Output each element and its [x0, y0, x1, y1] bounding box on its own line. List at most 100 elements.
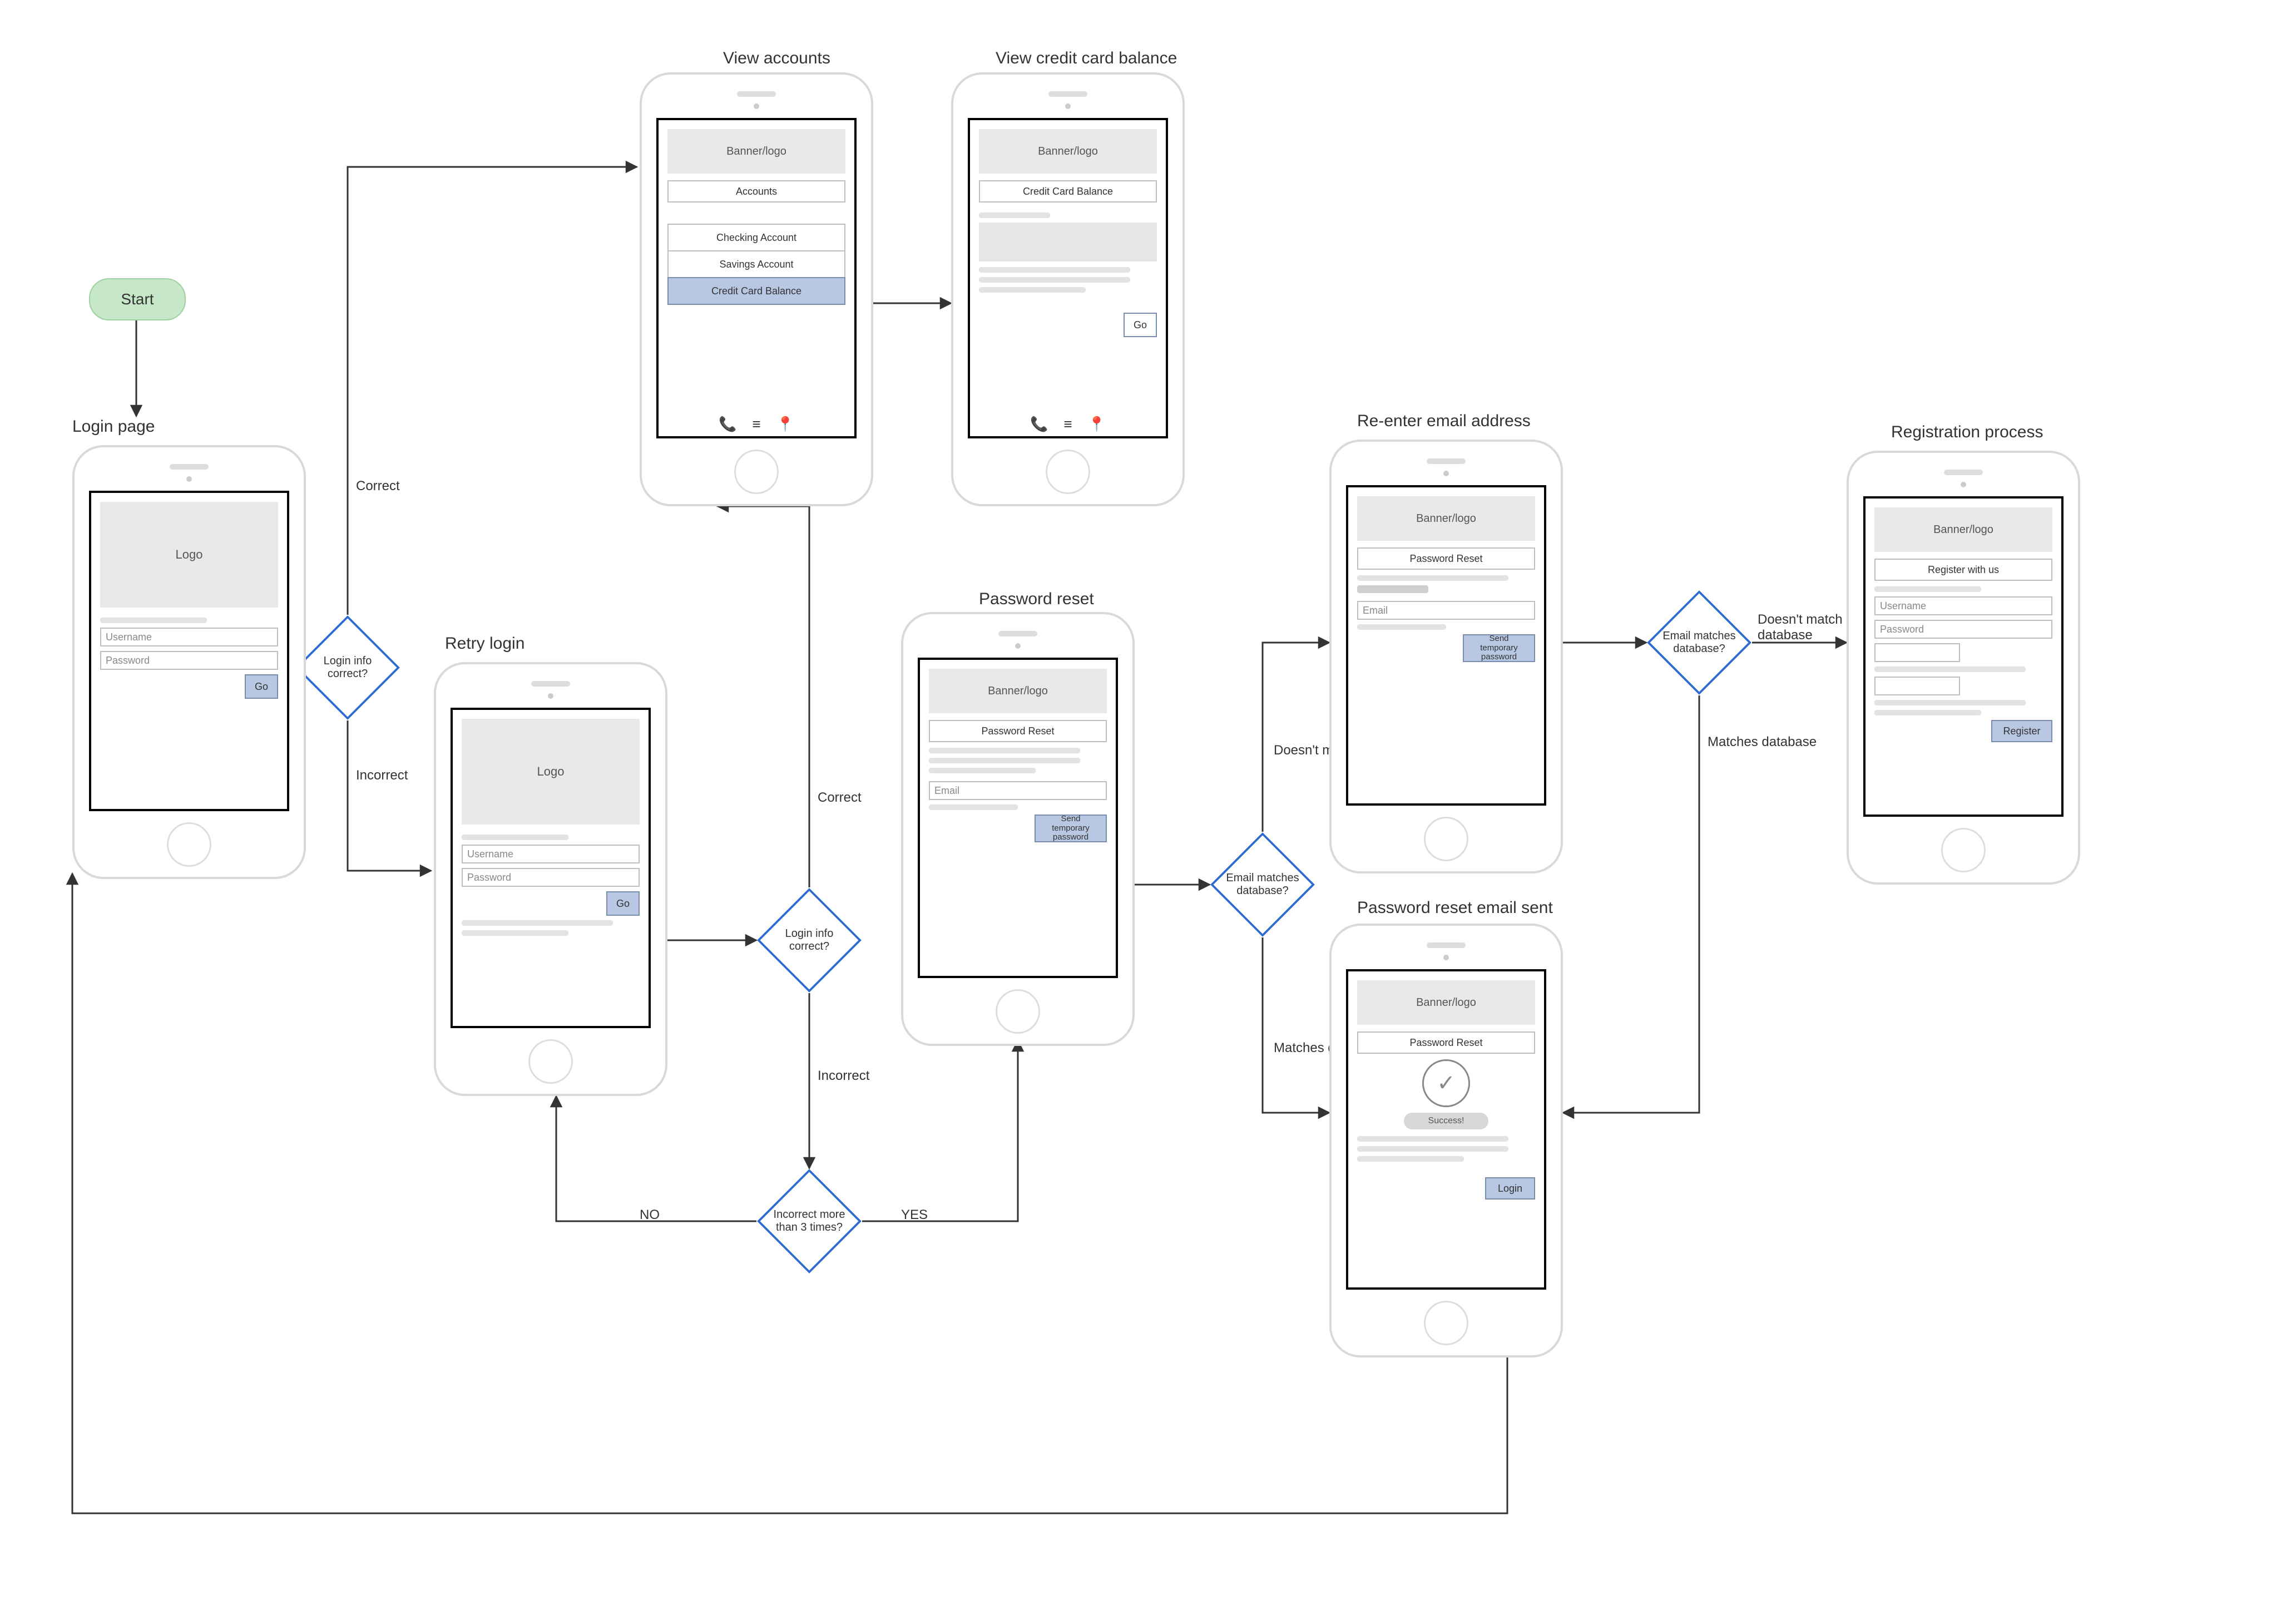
header-cc-balance: Credit Card Balance	[979, 180, 1157, 203]
text-placeholder	[929, 804, 1018, 810]
password-input[interactable]: Password	[1874, 620, 2052, 639]
decision-label: Incorrect more than 3 times?	[756, 1168, 862, 1274]
text-placeholder	[929, 748, 1080, 753]
phone-cc-balance: Banner/logo Credit Card Balance Go 📞 ≡ 📍	[951, 72, 1185, 506]
text-placeholder	[462, 930, 568, 936]
phone-login: Logo Username Password Go	[72, 445, 306, 879]
home-button[interactable]	[1941, 828, 1986, 872]
home-button[interactable]	[167, 822, 211, 867]
email-input[interactable]: Email	[1357, 601, 1535, 620]
pin-icon[interactable]: 📍	[1088, 416, 1106, 433]
title-pw-reset: Password reset	[979, 590, 1094, 609]
row-checking[interactable]: Checking Account	[667, 224, 845, 251]
row-credit-card[interactable]: Credit Card Balance	[667, 277, 845, 305]
title-cc-balance: View credit card balance	[996, 49, 1177, 68]
text-placeholder	[979, 277, 1130, 283]
send-temp-password-button[interactable]: Send temporary password	[1463, 634, 1535, 662]
title-accounts: View accounts	[723, 49, 830, 68]
register-button[interactable]: Register	[1991, 720, 2052, 742]
text-placeholder	[1874, 710, 1981, 715]
menu-icon[interactable]: ≡	[752, 416, 760, 433]
text-placeholder	[100, 618, 207, 623]
title-reenter: Re-enter email address	[1357, 412, 1531, 431]
home-button[interactable]	[734, 450, 779, 494]
logo-placeholder: Logo	[462, 719, 640, 825]
start-label: Start	[121, 290, 154, 308]
go-button[interactable]: Go	[606, 891, 640, 916]
text-placeholder	[462, 835, 568, 840]
header-pw-reset: Password Reset	[1357, 547, 1535, 570]
start-node: Start	[89, 278, 186, 320]
text-placeholder	[979, 267, 1130, 273]
edge-incorrect-2: Incorrect	[818, 1068, 869, 1084]
phone-pw-reset: Banner/logo Password Reset Email Send te…	[901, 612, 1135, 1046]
text-placeholder	[979, 287, 1086, 293]
home-button[interactable]	[1424, 1301, 1468, 1345]
login-button[interactable]: Login	[1485, 1177, 1535, 1200]
phone-speaker	[998, 631, 1037, 636]
banner-placeholder: Banner/logo	[929, 669, 1107, 713]
flow-canvas: Start Login info correct? Login info cor…	[0, 0, 2296, 1614]
text-placeholder	[1357, 1136, 1508, 1142]
short-input-2[interactable]	[1874, 677, 1960, 695]
password-input[interactable]: Password	[100, 651, 278, 670]
phone-camera	[186, 476, 192, 482]
phone-icon[interactable]: 📞	[1030, 416, 1048, 433]
header-pw-reset: Password Reset	[929, 720, 1107, 742]
decision-email-match-1: Email matches database?	[1210, 832, 1315, 937]
title-register: Registration process	[1891, 423, 2043, 442]
text-placeholder	[1874, 667, 2026, 672]
email-input[interactable]: Email	[929, 781, 1107, 800]
banner-placeholder: Banner/logo	[979, 129, 1157, 174]
menu-icon[interactable]: ≡	[1063, 416, 1072, 433]
text-placeholder	[1357, 1156, 1464, 1162]
pin-icon[interactable]: 📍	[776, 416, 794, 433]
go-button[interactable]: Go	[1124, 313, 1157, 337]
phone-camera	[1443, 471, 1449, 476]
decision-email-match-2: Email matches database?	[1646, 590, 1752, 695]
text-placeholder	[462, 920, 613, 926]
screen-pw-reset: Banner/logo Password Reset Email Send te…	[918, 658, 1118, 978]
username-input[interactable]: Username	[462, 845, 640, 863]
password-input[interactable]: Password	[462, 868, 640, 887]
home-button[interactable]	[1046, 450, 1090, 494]
phone-speaker	[1048, 91, 1087, 97]
screen-reenter-email: Banner/logo Password Reset Email Send te…	[1346, 485, 1546, 806]
phone-speaker	[1427, 942, 1466, 948]
row-savings[interactable]: Savings Account	[667, 250, 845, 278]
banner-placeholder: Banner/logo	[1874, 507, 2052, 552]
phone-pw-sent: Banner/logo Password Reset ✓ Success! Lo…	[1329, 924, 1563, 1358]
header-register: Register with us	[1874, 559, 2052, 581]
edge-incorrect-1: Incorrect	[356, 768, 408, 783]
home-button[interactable]	[528, 1039, 573, 1084]
text-placeholder	[1357, 624, 1446, 630]
go-button[interactable]: Go	[245, 674, 278, 699]
decision-more-than-3: Incorrect more than 3 times?	[756, 1168, 862, 1274]
decision-label: Email matches database?	[1646, 590, 1752, 695]
phone-reenter-email: Banner/logo Password Reset Email Send te…	[1329, 440, 1563, 873]
decision-login-correct-2: Login info correct?	[756, 887, 862, 993]
username-input[interactable]: Username	[1874, 596, 2052, 615]
edge-correct-2: Correct	[818, 790, 862, 806]
short-input-1[interactable]	[1874, 643, 1960, 662]
text-placeholder	[1357, 1146, 1508, 1152]
home-button[interactable]	[1424, 817, 1468, 861]
home-button[interactable]	[996, 989, 1040, 1034]
phone-camera	[1961, 482, 1966, 487]
text-placeholder	[1874, 700, 2026, 705]
decision-label: Login info correct?	[756, 887, 862, 993]
text-placeholder	[1357, 575, 1508, 581]
phone-retry: Logo Username Password Go	[434, 662, 667, 1096]
send-temp-password-button[interactable]: Send temporary password	[1035, 815, 1107, 842]
decision-label: Email matches database?	[1210, 832, 1315, 937]
decision-login-correct-1: Login info correct?	[295, 615, 400, 720]
banner-placeholder: Banner/logo	[667, 129, 845, 174]
decision-label: Login info correct?	[295, 615, 400, 720]
screen-register: Banner/logo Register with us Username Pa…	[1863, 496, 2064, 817]
title-login: Login page	[72, 417, 155, 436]
phone-icon[interactable]: 📞	[719, 416, 736, 433]
title-retry: Retry login	[445, 634, 524, 653]
logo-placeholder: Logo	[100, 502, 278, 608]
success-check-icon: ✓	[1422, 1059, 1470, 1107]
username-input[interactable]: Username	[100, 628, 278, 646]
